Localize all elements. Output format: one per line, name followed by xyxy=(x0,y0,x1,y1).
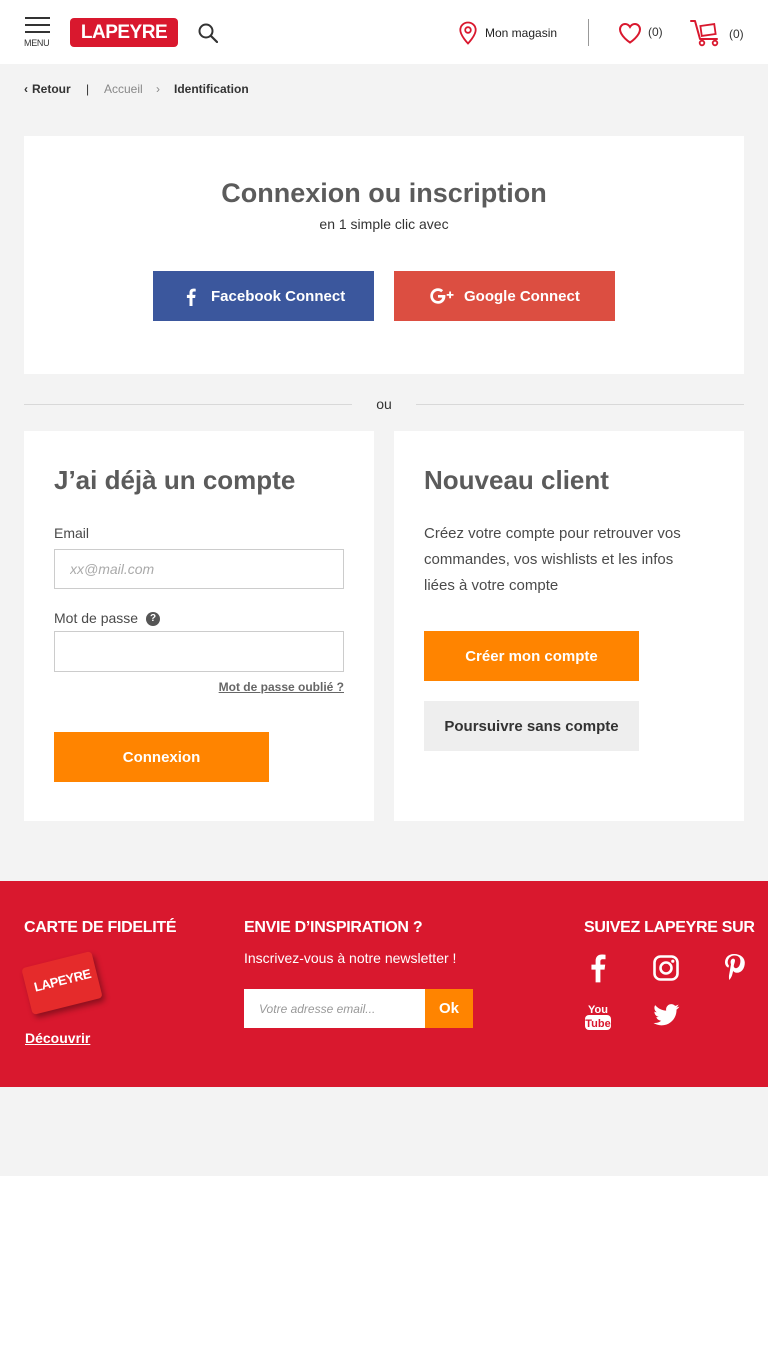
loyalty-card-logo: LAPEYRE xyxy=(32,966,93,995)
wishlist-count: (0) xyxy=(648,25,663,39)
breadcrumb-home-link[interactable]: Accueil xyxy=(104,82,143,96)
social-login-card: Connexion ou inscription en 1 simple cli… xyxy=(24,136,744,374)
facebook-icon[interactable] xyxy=(590,953,606,983)
email-label: Email xyxy=(54,525,90,541)
new-client-description: Créez votre compte pour retrouver vos co… xyxy=(424,525,681,594)
newsletter-title: ENVIE D’INSPIRATION ? xyxy=(244,919,423,936)
hamburger-icon-bar xyxy=(25,24,50,26)
facebook-icon xyxy=(186,288,196,306)
continue-as-guest-button[interactable]: Poursuivre sans compte xyxy=(424,701,639,751)
map-pin-icon xyxy=(459,21,477,45)
breadcrumb-current: Identification xyxy=(174,82,249,96)
page-bottom-area xyxy=(0,1176,768,1354)
footer-bottom-band xyxy=(0,1087,768,1176)
pinterest-icon[interactable] xyxy=(723,953,745,983)
cart-link[interactable]: (0) xyxy=(690,19,744,52)
menu-button[interactable]: MENU xyxy=(24,17,52,49)
create-account-button[interactable]: Créer mon compte xyxy=(424,631,639,681)
login-submit-button[interactable]: Connexion xyxy=(54,732,269,782)
store-label: Mon magasin xyxy=(485,26,558,40)
search-icon[interactable] xyxy=(198,23,218,43)
google-connect-button[interactable]: Google Connect xyxy=(394,271,615,321)
new-client-title: Nouveau client xyxy=(424,465,609,495)
breadcrumb-back-link[interactable]: ‹ Retour xyxy=(24,82,71,96)
login-title: J’ai déjà un compte xyxy=(54,465,296,495)
login-card: J’ai déjà un compte Email Mot de passe ?… xyxy=(24,431,374,821)
google-plus-icon xyxy=(430,288,454,304)
facebook-connect-label: Facebook Connect xyxy=(211,288,346,305)
loyalty-card-image[interactable]: LAPEYRE xyxy=(21,951,103,1015)
hamburger-icon-bar xyxy=(25,31,50,33)
chevron-left-icon: ‹ xyxy=(24,82,28,96)
site-header: MENU LAPEYRE Mon magasin (0) (0) xyxy=(0,0,768,64)
cart-count: (0) xyxy=(729,27,744,41)
social-login-title: Connexion ou inscription xyxy=(221,178,547,208)
forgot-password-link[interactable]: Mot de passe oublié ? xyxy=(154,680,344,694)
newsletter-submit-button[interactable]: Ok xyxy=(425,989,473,1028)
social-login-subtitle: en 1 simple clic avec xyxy=(319,216,449,232)
breadcrumb-back-label: Retour xyxy=(32,82,71,96)
twitter-icon[interactable] xyxy=(653,1004,680,1026)
breadcrumb-separator: | xyxy=(86,82,90,96)
loyalty-card-title: CARTE DE FIDELITÉ xyxy=(24,919,177,936)
header-divider xyxy=(588,19,589,46)
social-follow-title: SUIVEZ LAPEYRE SUR xyxy=(584,919,755,936)
newsletter-subtitle: Inscrivez-vous à notre newsletter ! xyxy=(244,950,457,966)
divider-or-text: ou xyxy=(376,396,392,412)
menu-label: MENU xyxy=(24,38,50,48)
breadcrumb: ‹ Retour | Accueil › Identification xyxy=(24,82,424,98)
svg-text:Tube: Tube xyxy=(585,1018,610,1030)
help-icon[interactable]: ? xyxy=(146,612,160,626)
facebook-connect-button[interactable]: Facebook Connect xyxy=(153,271,374,321)
heart-icon xyxy=(618,22,642,44)
hamburger-icon-bar xyxy=(25,17,50,19)
cart-icon xyxy=(690,20,719,47)
password-label: Mot de passe xyxy=(54,610,139,626)
chevron-right-icon: › xyxy=(156,82,160,96)
site-footer: CARTE DE FIDELITÉ LAPEYRE Découvrir ENVI… xyxy=(0,881,768,1087)
divider-line-left xyxy=(24,404,352,405)
email-field[interactable] xyxy=(54,549,344,589)
newsletter-email-input[interactable] xyxy=(244,989,426,1028)
password-field[interactable] xyxy=(54,631,344,672)
youtube-icon[interactable]: You Tube xyxy=(584,1001,612,1031)
divider-line-right xyxy=(416,404,744,405)
instagram-icon[interactable] xyxy=(653,955,679,981)
google-connect-label: Google Connect xyxy=(464,288,580,305)
wishlist-link[interactable]: (0) xyxy=(618,22,663,49)
svg-text:You: You xyxy=(588,1004,608,1016)
lapeyre-logo[interactable]: LAPEYRE xyxy=(70,18,178,47)
discover-link[interactable]: Découvrir xyxy=(25,1030,90,1046)
new-client-card: Nouveau client Créez votre compte pour r… xyxy=(394,431,744,821)
